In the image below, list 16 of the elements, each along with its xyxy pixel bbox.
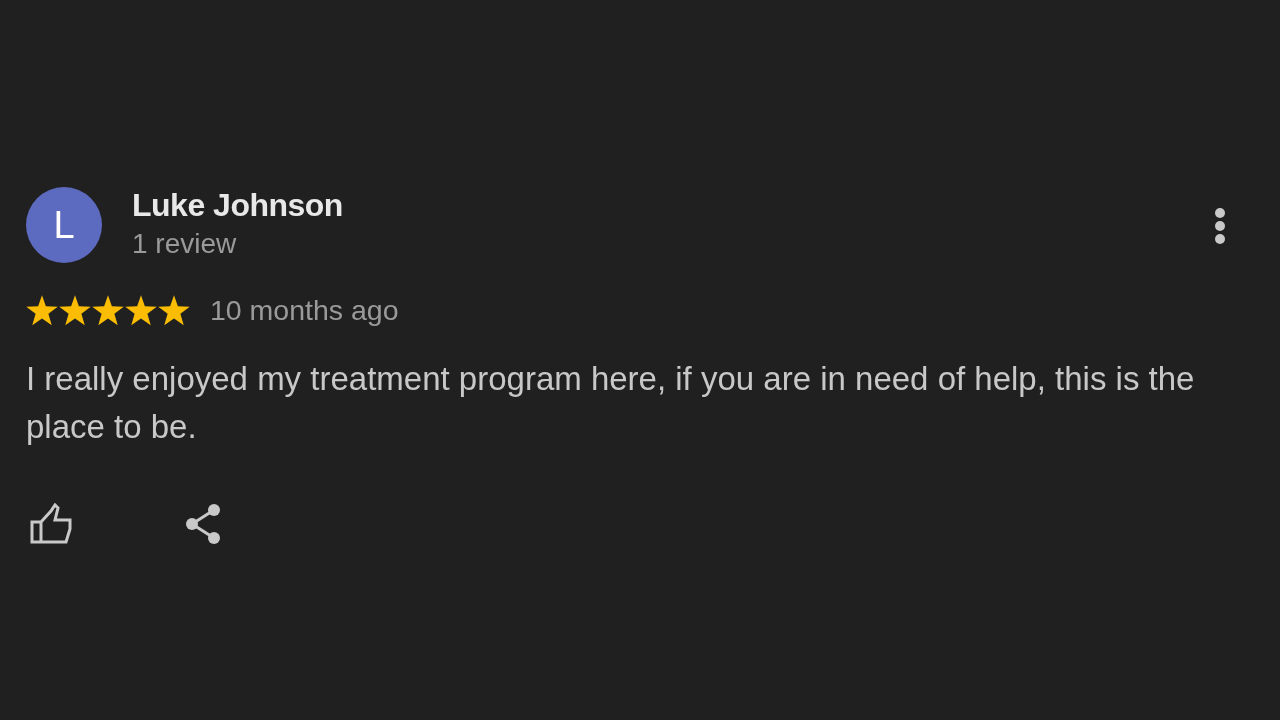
review-text: I really enjoyed my treatment program here, if you are in need of help, this is the place to be. (26, 359, 1196, 447)
share-button[interactable] (184, 503, 222, 545)
author-name: Luke Johnson (132, 187, 343, 223)
share-icon (184, 503, 222, 545)
star-icon (158, 294, 190, 326)
star-icon (125, 294, 157, 326)
review-count: 1 review (132, 228, 237, 260)
star-icon (26, 294, 58, 326)
thumbs-up-icon (29, 503, 73, 545)
more-options-icon (1214, 207, 1226, 245)
review-time: 10 months ago (210, 294, 399, 326)
avatar: L (26, 187, 102, 263)
more-options-button[interactable] (1214, 207, 1226, 245)
star-icon (59, 294, 91, 326)
like-button[interactable] (29, 503, 73, 545)
star-icon (92, 294, 124, 326)
